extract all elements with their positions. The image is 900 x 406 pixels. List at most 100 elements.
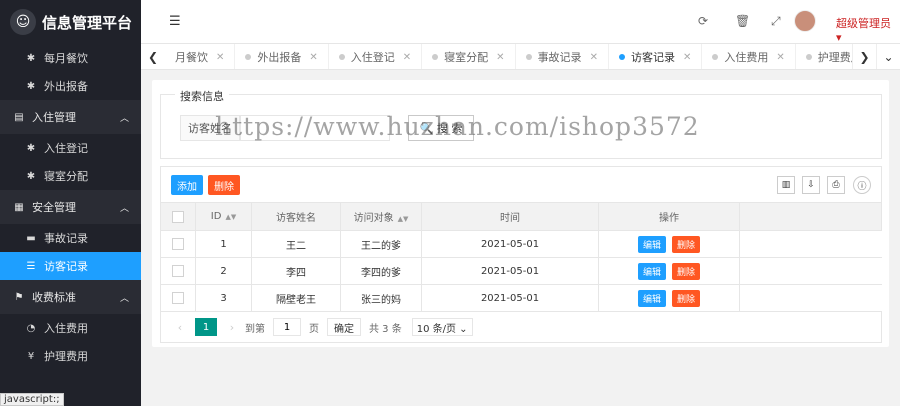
row-select-cell[interactable]: [160, 284, 196, 312]
pagination: ‹ 1 › 到第 页 确定 共 3 条 10 条/页 ⌄: [160, 311, 882, 343]
tab-close-icon[interactable]: ✕: [683, 52, 691, 63]
user-avatar[interactable]: [794, 10, 816, 32]
user-menu[interactable]: 超级管理员 ▾: [836, 15, 900, 44]
app-logo[interactable]: ☺ 信息管理平台: [0, 0, 141, 44]
sidebar-item-label: 外出报备: [44, 80, 88, 93]
row-select-cell[interactable]: [160, 257, 196, 285]
sidebar-item-7[interactable]: ☰ 访客记录: [0, 252, 141, 280]
sidebar-group-2[interactable]: ▤ 入住管理 ︿: [0, 100, 141, 134]
sidebar-item-10[interactable]: ¥ 护理费用: [0, 342, 141, 370]
row-select-cell[interactable]: [160, 230, 196, 258]
tab-scroll-left-icon[interactable]: ❮: [141, 44, 165, 69]
cell-time: 2021-05-01: [421, 257, 599, 285]
refresh-icon[interactable]: ⟳: [698, 14, 708, 28]
col-header-id[interactable]: ID ▲▼: [195, 202, 252, 231]
columns-filter-icon[interactable]: ▥: [777, 176, 795, 194]
row-checkbox[interactable]: [172, 292, 184, 304]
info-icon[interactable]: ⓘ: [853, 176, 871, 194]
edit-button[interactable]: 编辑: [637, 262, 666, 280]
cell-target: 张三的妈: [340, 284, 422, 312]
tab-menu-chevron-down-icon[interactable]: ⌄: [876, 44, 900, 69]
sidebar-item-9[interactable]: ◔ 入住费用: [0, 314, 141, 342]
status-bar-url: javascript:;: [0, 393, 64, 406]
gear-icon: ✱: [26, 52, 36, 64]
tab-0[interactable]: 月餐饮 ✕: [165, 44, 236, 69]
tab-scroll-right-icon[interactable]: ❯: [852, 44, 876, 69]
export-icon[interactable]: ⇩: [802, 176, 820, 194]
col-header-spacer: [739, 202, 882, 231]
document-icon: ▤: [14, 111, 24, 123]
select-all-header[interactable]: [160, 202, 196, 231]
flag-icon: ⚑: [14, 291, 24, 303]
goto-label: 到第: [245, 323, 265, 335]
cell-id: 2: [195, 257, 252, 285]
table-row: 1 王二 王二的爹 2021-05-01 编辑 删除: [160, 230, 882, 258]
tab-close-icon[interactable]: ✕: [309, 52, 317, 63]
row-delete-button[interactable]: 删除: [672, 235, 701, 253]
cell-time: 2021-05-01: [421, 230, 599, 258]
cell-target: 王二的爹: [340, 230, 422, 258]
page-input[interactable]: [273, 318, 301, 336]
edit-button[interactable]: 编辑: [637, 235, 666, 253]
per-page-select[interactable]: 10 条/页 ⌄: [411, 318, 473, 336]
sidebar-group-5[interactable]: ▦ 安全管理 ︿: [0, 190, 141, 224]
fullscreen-icon[interactable]: ⤢: [771, 14, 781, 29]
table-toolbar: 添加 删除 ▥ ⇩ ⎙ ⓘ: [160, 166, 882, 202]
tab-dot-icon: [432, 54, 439, 60]
trash-icon[interactable]: 🗑: [735, 14, 750, 28]
sort-icon[interactable]: ▲▼: [225, 213, 236, 221]
menu-toggle-icon[interactable]: ☰: [169, 14, 181, 29]
edit-button[interactable]: 编辑: [637, 289, 666, 307]
cell-target: 李四的爹: [340, 257, 422, 285]
tab-6[interactable]: 入住费用 ✕: [702, 44, 796, 69]
tab-close-icon[interactable]: ✕: [403, 52, 411, 63]
visitor-table: ID ▲▼ 访客姓名 访问对象 ▲▼ 时间 操作 1 王二 王二的爹 2021-05-01…: [160, 202, 882, 312]
sidebar-nav: ✱ 每月餐饮 ✱ 外出报备 ▤ 入住管理 ︿ ✱ 入住登记 ✱ 寝室分配 ▦ 安全管理 ︿ ▬ 事故记录 ☰ 访客…: [0, 44, 141, 370]
prev-page-icon[interactable]: ‹: [171, 321, 189, 334]
tab-4[interactable]: 事故记录 ✕: [516, 44, 609, 69]
tab-strip: 月餐饮✕外出报备✕入住登记✕寝室分配✕事故记录✕访客记录✕入住费用✕护理费用✕: [165, 44, 890, 69]
search-button[interactable]: 🔍 搜 索: [408, 115, 474, 141]
cell-spacer: [739, 230, 882, 258]
sidebar-item-4[interactable]: ✱ 寝室分配: [0, 162, 141, 190]
sidebar-item-label: 收费标准: [32, 291, 76, 304]
tab-close-icon[interactable]: ✕: [496, 52, 504, 63]
sidebar-item-1[interactable]: ✱ 外出报备: [0, 72, 141, 100]
table-row: 3 隔壁老王 张三的妈 2021-05-01 编辑 删除: [160, 284, 882, 312]
cell-time: 2021-05-01: [421, 284, 599, 312]
sidebar-item-6[interactable]: ▬ 事故记录: [0, 224, 141, 252]
cell-actions: 编辑 删除: [598, 257, 740, 285]
tab-3[interactable]: 寝室分配 ✕: [422, 44, 516, 69]
col-header-time: 时间: [421, 202, 599, 231]
tab-2[interactable]: 入住登记 ✕: [329, 44, 423, 69]
sidebar-group-8[interactable]: ⚑ 收费标准 ︿: [0, 280, 141, 314]
sidebar-item-label: 入住费用: [44, 322, 88, 335]
add-button[interactable]: 添加: [171, 175, 203, 195]
tab-bar: ❮ 月餐饮 ✕ 外出报备 ✕ 入住登记 ✕ 寝室分配 ✕ 事故记录 ✕ 访客记录 ✕ 入住费用 ✕ 护理费用…: [141, 44, 900, 70]
goto-confirm-button[interactable]: 确定: [327, 318, 361, 336]
row-delete-button[interactable]: 删除: [672, 289, 701, 307]
tab-5[interactable]: 访客记录 ✕: [609, 44, 703, 69]
tab-close-icon[interactable]: ✕: [590, 52, 598, 63]
tab-1[interactable]: 外出报备 ✕: [235, 44, 329, 69]
row-delete-button[interactable]: 删除: [672, 262, 701, 280]
tab-dot-icon: [338, 54, 345, 60]
row-checkbox[interactable]: [172, 265, 184, 277]
delete-button[interactable]: 删除: [208, 175, 240, 195]
sidebar-item-0[interactable]: ✱ 每月餐饮: [0, 44, 141, 72]
gear-icon: ✱: [26, 80, 36, 92]
col-header-target[interactable]: 访问对象 ▲▼: [340, 202, 422, 231]
search-label: 访客姓名: [180, 115, 240, 141]
row-checkbox[interactable]: [172, 238, 184, 250]
print-icon[interactable]: ⎙: [827, 176, 845, 194]
tab-close-icon[interactable]: ✕: [776, 52, 784, 63]
sidebar-item-3[interactable]: ✱ 入住登记: [0, 134, 141, 162]
current-page[interactable]: 1: [195, 318, 217, 336]
search-input[interactable]: [240, 115, 390, 141]
next-page-icon[interactable]: ›: [223, 321, 241, 334]
sort-icon[interactable]: ▲▼: [398, 215, 409, 223]
select-all-checkbox[interactable]: [172, 210, 184, 223]
tab-close-icon[interactable]: ✕: [216, 52, 224, 63]
calendar-icon: ▦: [14, 201, 24, 213]
cell-name: 王二: [251, 230, 341, 258]
